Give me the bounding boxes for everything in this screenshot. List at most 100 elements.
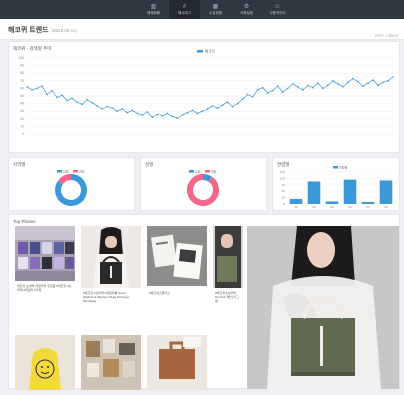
data-point[interactable]	[141, 114, 144, 116]
data-point[interactable]	[186, 111, 189, 114]
data-point[interactable]	[362, 85, 364, 87]
data-point[interactable]	[271, 89, 274, 92]
data-point[interactable]	[101, 108, 104, 110]
data-point[interactable]	[236, 102, 239, 105]
data-point[interactable]	[156, 113, 159, 116]
nav-item-0[interactable]: ▥ 매체현황	[138, 0, 169, 19]
photo-thumbnail[interactable]	[15, 226, 75, 281]
data-point[interactable]	[36, 87, 38, 90]
data-point[interactable]	[316, 82, 319, 84]
bar[interactable]	[361, 201, 375, 204]
data-point[interactable]	[111, 107, 114, 109]
data-point[interactable]	[311, 86, 314, 89]
region-donut-chart[interactable]: 남성 여성	[9, 158, 134, 210]
photo-thumbnail[interactable]	[147, 226, 207, 286]
data-point[interactable]	[201, 110, 204, 112]
photo-card-1[interactable]: 해코퀴 쇼퍼백 데일리백 추천템 #해코퀴 #쇼퍼백 #데일리 #가방	[15, 226, 75, 308]
data-point[interactable]	[46, 93, 48, 96]
bar[interactable]	[343, 179, 357, 204]
data-point[interactable]	[56, 96, 58, 99]
data-point[interactable]	[121, 108, 124, 110]
data-point[interactable]	[206, 108, 209, 110]
nav-item-4[interactable]: ☺ 사용자관리	[262, 0, 293, 19]
data-point[interactable]	[41, 85, 43, 87]
data-point[interactable]	[71, 97, 73, 100]
data-point[interactable]	[342, 86, 344, 88]
data-point[interactable]	[306, 84, 309, 87]
gender-donut-chart[interactable]: 남성 여성	[141, 158, 266, 210]
data-point[interactable]	[382, 81, 384, 84]
data-point[interactable]	[91, 102, 93, 104]
data-point[interactable]	[246, 93, 249, 96]
data-point[interactable]	[296, 86, 299, 88]
search-trend-chart[interactable]: 0 10 20 30 40 50 60 70 80 90 100 해코퀴	[9, 42, 399, 152]
data-point[interactable]	[76, 101, 78, 103]
data-point[interactable]	[66, 99, 68, 102]
data-point[interactable]	[322, 87, 324, 90]
data-point[interactable]	[96, 105, 98, 107]
data-point[interactable]	[392, 76, 394, 78]
data-point[interactable]	[216, 107, 219, 109]
data-point[interactable]	[372, 79, 374, 81]
data-point[interactable]	[226, 101, 229, 103]
donut-slice[interactable]	[58, 174, 72, 185]
data-point[interactable]	[196, 112, 199, 115]
data-point[interactable]	[166, 112, 169, 115]
data-point[interactable]	[261, 86, 264, 89]
bar[interactable]	[325, 201, 339, 204]
data-point[interactable]	[241, 98, 244, 100]
featured-photo[interactable]	[247, 223, 399, 389]
data-point[interactable]	[291, 83, 294, 85]
photo-card-3[interactable]: #해코퀴스튜디오	[147, 226, 207, 301]
data-point[interactable]	[171, 115, 174, 118]
data-point[interactable]	[367, 82, 369, 84]
data-point[interactable]	[347, 81, 349, 84]
photo-card-7[interactable]	[147, 335, 207, 390]
data-point[interactable]	[61, 94, 63, 97]
photo-card-2[interactable]: #해코퀴 #쇼퍼백 #데일리룩 #ootd #dailylook #fashio…	[81, 226, 141, 316]
data-point[interactable]	[231, 105, 234, 108]
data-point[interactable]	[286, 87, 289, 90]
photo-card-5[interactable]	[15, 335, 75, 390]
data-point[interactable]	[256, 89, 259, 91]
data-point[interactable]	[301, 89, 304, 91]
data-point[interactable]	[251, 95, 254, 98]
data-point[interactable]	[51, 89, 53, 92]
photo-card-6[interactable]	[81, 335, 141, 390]
photo-thumbnail[interactable]	[213, 226, 243, 288]
data-point[interactable]	[31, 89, 33, 91]
data-point[interactable]	[81, 103, 83, 106]
data-point[interactable]	[86, 99, 88, 101]
bar[interactable]	[289, 198, 303, 204]
data-point[interactable]	[191, 109, 194, 112]
nav-item-3[interactable]: ⚙ 사용설정	[231, 0, 262, 19]
donut-slice[interactable]	[202, 174, 212, 182]
bar[interactable]	[379, 180, 393, 204]
data-point[interactable]	[327, 84, 329, 87]
data-point[interactable]	[281, 91, 284, 93]
data-point[interactable]	[276, 85, 279, 87]
data-point[interactable]	[106, 105, 109, 108]
data-point[interactable]	[131, 109, 134, 112]
data-point[interactable]	[266, 92, 269, 94]
data-point[interactable]	[146, 111, 149, 113]
photo-thumbnail[interactable]	[81, 226, 141, 288]
data-point[interactable]	[181, 114, 184, 116]
data-point[interactable]	[357, 80, 359, 83]
data-point[interactable]	[337, 83, 339, 85]
data-point[interactable]	[352, 77, 354, 80]
donut-slice[interactable]	[187, 174, 219, 206]
data-point[interactable]	[221, 104, 224, 106]
data-point[interactable]	[161, 114, 164, 117]
data-point[interactable]	[151, 116, 154, 119]
data-point[interactable]	[26, 86, 28, 88]
data-point[interactable]	[176, 117, 179, 119]
bar[interactable]	[307, 181, 321, 204]
data-point[interactable]	[332, 80, 334, 82]
data-point[interactable]	[377, 84, 379, 87]
data-point[interactable]	[116, 110, 119, 112]
data-point[interactable]	[136, 112, 139, 115]
nav-item-2[interactable]: ▦ 수집현황	[200, 0, 231, 19]
nav-item-1[interactable]: # 해시태그	[169, 0, 200, 19]
data-point[interactable]	[211, 105, 214, 107]
